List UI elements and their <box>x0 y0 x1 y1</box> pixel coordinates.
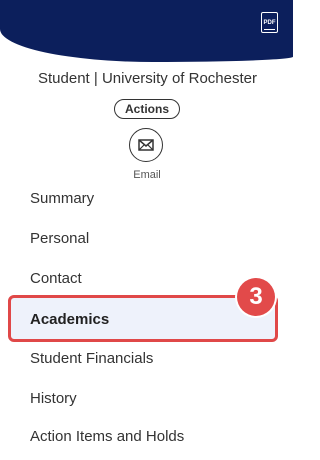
step-number-badge: 3 <box>237 278 275 316</box>
email-button[interactable] <box>129 128 163 162</box>
nav-item-academics[interactable]: Academics <box>30 311 109 328</box>
actions-button[interactable]: Actions <box>114 99 180 119</box>
envelope-icon <box>138 139 154 151</box>
nav-item-summary[interactable]: Summary <box>30 190 94 207</box>
actions-button-label: Actions <box>124 102 169 116</box>
pdf-icon-label: PDF <box>263 19 276 26</box>
nav-item-student-financials[interactable]: Student Financials <box>30 350 153 367</box>
nav-item-personal[interactable]: Personal <box>30 230 89 247</box>
nav-item-action-items-holds[interactable]: Action Items and Holds <box>30 428 184 445</box>
email-label: Email <box>133 169 161 181</box>
page-title: Student | University of Rochester <box>38 70 257 87</box>
nav-item-history[interactable]: History <box>30 390 77 407</box>
nav-item-contact[interactable]: Contact <box>30 270 82 287</box>
pdf-export-icon[interactable]: PDF <box>261 12 278 33</box>
top-banner: PDF <box>0 0 293 62</box>
